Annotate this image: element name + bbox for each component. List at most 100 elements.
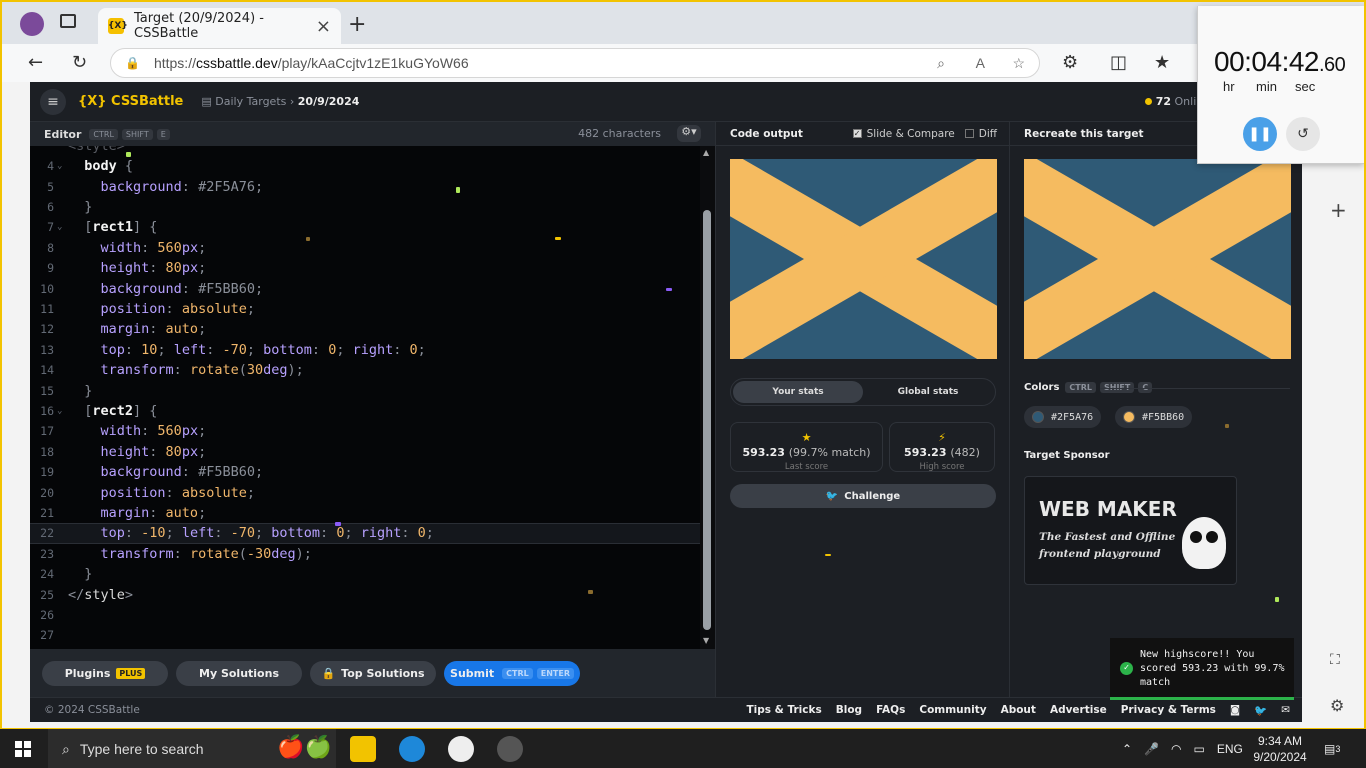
code-token: ; [255, 525, 272, 542]
footer-link[interactable]: Advertise [1050, 704, 1107, 717]
code-line[interactable]: 22 top: -10; left: -70; bottom: 0; right… [30, 523, 700, 544]
fold-chevron-icon[interactable]: ⌄ [54, 406, 68, 416]
extensions-icon[interactable]: ⚙ [1062, 52, 1078, 73]
profile-avatar[interactable] [20, 12, 44, 36]
mail-icon[interactable]: ✉ [1281, 704, 1290, 717]
editor-settings-icon[interactable]: ⚙▾ [677, 125, 701, 142]
top-solutions-button[interactable]: 🔒 Top Solutions [310, 660, 436, 686]
battery-icon[interactable]: ▭ [1194, 742, 1205, 756]
reset-button[interactable]: ↺ [1286, 117, 1320, 151]
code-line[interactable]: 8 width: 560 px; [30, 238, 700, 258]
fold-chevron-icon[interactable]: ⌄ [54, 161, 68, 171]
editor-title: Editor [44, 127, 82, 141]
code-line[interactable]: 12 margin: auto; [30, 319, 700, 339]
my-solutions-button[interactable]: My Solutions [176, 660, 302, 686]
diff-toggle[interactable]: Diff [964, 128, 997, 140]
menu-icon[interactable]: ≡ [40, 88, 66, 115]
clock[interactable]: 9:34 AM 9/20/2024 [1253, 729, 1306, 768]
code-line[interactable]: 14 transform: rotate(30 deg); [30, 360, 700, 380]
target-canvas[interactable] [1024, 159, 1291, 359]
twitter-icon[interactable]: 🐦 [1254, 704, 1267, 717]
slide-compare-toggle[interactable]: ✓ Slide & Compare [852, 128, 955, 140]
back-icon[interactable]: ← [28, 52, 43, 73]
code-line[interactable]: 7 ⌄ [rect1] { [30, 217, 700, 237]
tab-your-stats[interactable]: Your stats [733, 381, 863, 403]
footer-link[interactable]: Community [919, 704, 986, 717]
edge-icon[interactable] [399, 736, 425, 762]
url-field[interactable]: 🔒 https://cssbattle.dev/play/kAaCcjtv1zE… [110, 48, 1040, 78]
favorite-star-icon[interactable]: ☆ [1012, 55, 1025, 72]
code-line[interactable]: 21 margin: auto; [30, 503, 700, 523]
code-line[interactable]: 6 } [30, 197, 700, 217]
code-line[interactable]: 13 top: 10; left: -70; bottom: 0; right:… [30, 340, 700, 360]
code-token: 30 [246, 362, 264, 379]
tab-actions-icon[interactable] [60, 14, 76, 28]
zoom-icon[interactable]: ⌕ [937, 55, 945, 72]
checkbox-checked[interactable]: ✓ [852, 129, 862, 138]
settings-icon[interactable]: ⚙ [1330, 696, 1344, 715]
chevron-up-icon[interactable]: ⌃ [1122, 742, 1132, 756]
windows-start-icon[interactable] [15, 741, 31, 757]
split-screen-icon[interactable]: ◫ [1110, 52, 1127, 73]
scroll-down-icon[interactable]: ▼ [703, 636, 709, 645]
checkbox-unchecked[interactable] [964, 129, 974, 138]
footer-link[interactable]: Blog [836, 704, 862, 717]
microphone-icon[interactable]: 🎤 [1144, 742, 1159, 756]
code-line[interactable]: 15 } [30, 380, 700, 400]
discord-icon[interactable]: ◙ [1230, 704, 1240, 717]
code-line[interactable]: 25 </style > [30, 584, 700, 604]
cssbattle-logo[interactable]: {X} CSSBattle [78, 94, 183, 109]
taskbar-search[interactable]: ⌕ Type here to search 🍎🍏 [48, 729, 336, 768]
new-tab-icon[interactable]: + [348, 12, 366, 37]
footer-link[interactable]: About [1001, 704, 1036, 717]
wifi-icon[interactable]: ◠ [1171, 742, 1181, 756]
clock-app-icon[interactable] [448, 736, 474, 762]
fold-chevron-icon[interactable]: ⌄ [54, 222, 68, 232]
twitter-icon: 🐦 [825, 490, 839, 502]
screenshot-icon[interactable]: ⛶ [1330, 652, 1340, 668]
code-line[interactable]: 11 position: absolute; [30, 299, 700, 319]
code-line[interactable]: 18 height: 80 px; [30, 442, 700, 462]
footer-link[interactable]: FAQs [876, 704, 905, 717]
code-line[interactable]: 10 background: #F5BB60; [30, 278, 700, 298]
close-tab-icon[interactable]: × [316, 16, 331, 37]
footer-link[interactable]: Privacy & Terms [1121, 704, 1216, 717]
code-line[interactable]: 23 transform: rotate(-30 deg); [30, 544, 700, 564]
code-line[interactable]: 19 background: #F5BB60; [30, 462, 700, 482]
color-swatch-bg[interactable]: #2F5A76 [1024, 406, 1102, 428]
code-line[interactable]: 27 [30, 625, 700, 645]
code-token: #2F5A76 [198, 178, 255, 195]
breadcrumb-daily-targets[interactable]: Daily Targets [215, 95, 286, 108]
notifications-icon[interactable]: ▤ 3 [1324, 729, 1340, 768]
tab-cssbattle[interactable]: {X} Target (20/9/2024) - CSSBattle × [98, 8, 341, 44]
code-editor[interactable]: <style> 4 ⌄ body {5 background: #2F5A76; 6… [30, 146, 715, 649]
code-line[interactable]: 9 height: 80 px; [30, 258, 700, 278]
editor-scrollbar-thumb[interactable] [703, 210, 711, 630]
submit-button[interactable]: Submit CTRL ENTER [444, 660, 580, 686]
output-canvas[interactable] [730, 159, 997, 359]
refresh-icon[interactable]: ↻ [72, 52, 87, 73]
code-line[interactable]: 16 ⌄ [rect2] { [30, 401, 700, 421]
scroll-up-icon[interactable]: ▲ [703, 148, 709, 157]
add-icon[interactable]: + [1330, 198, 1347, 222]
read-aloud-icon[interactable]: A [976, 55, 985, 71]
code-line[interactable]: 24 } [30, 564, 700, 584]
recorder-icon[interactable] [497, 736, 523, 762]
favorites-icon[interactable]: ★ [1154, 52, 1170, 73]
code-line[interactable]: 17 width: 560 px; [30, 421, 700, 441]
code-line[interactable]: 26 [30, 605, 700, 625]
tab-global-stats[interactable]: Global stats [863, 381, 993, 403]
color-swatch-fg[interactable]: #F5BB60 [1115, 406, 1193, 428]
file-explorer-icon[interactable] [350, 736, 376, 762]
footer-link[interactable]: Tips & Tricks [746, 704, 821, 717]
challenge-button[interactable]: 🐦 Challenge [730, 484, 996, 508]
code-line[interactable]: 5 background: #2F5A76; [30, 176, 700, 196]
code-token: auto [165, 321, 199, 338]
code-line[interactable]: 20 position: absolute; [30, 482, 700, 502]
sponsor-card[interactable]: WEB MAKER The Fastest and Offline fronten… [1024, 476, 1237, 585]
code-line[interactable]: 4 ⌄ body { [30, 156, 700, 176]
language-indicator[interactable]: ENG [1217, 742, 1243, 756]
code-token: ; [198, 443, 207, 460]
plugins-button[interactable]: Plugins PLUS [42, 660, 168, 686]
pause-button[interactable]: ❚❚ [1243, 117, 1277, 151]
